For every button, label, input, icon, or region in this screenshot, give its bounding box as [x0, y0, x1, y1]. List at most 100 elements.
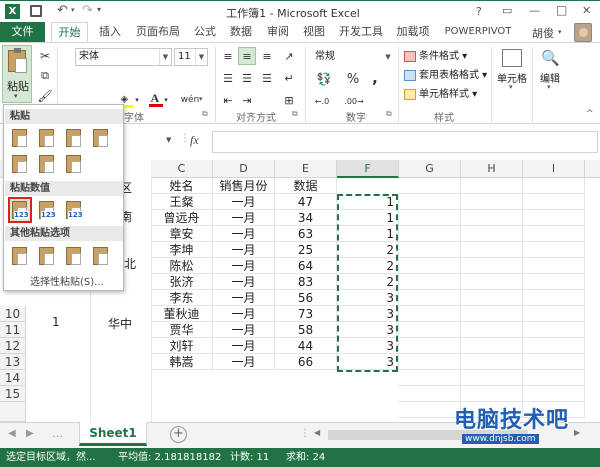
- save-icon[interactable]: [30, 5, 42, 17]
- column-header-g[interactable]: G: [399, 160, 461, 178]
- empty-cell[interactable]: [399, 370, 461, 386]
- undo-dropdown-icon[interactable]: ▾: [71, 6, 75, 14]
- cell[interactable]: 曾远舟: [151, 210, 213, 226]
- cell[interactable]: 66: [275, 354, 337, 370]
- paste-option-paste[interactable]: [10, 127, 30, 149]
- cell[interactable]: 陈松: [151, 258, 213, 274]
- column-header-d[interactable]: D: [213, 160, 275, 178]
- paste-option-picture[interactable]: [64, 245, 84, 267]
- orientation-icon[interactable]: ↗: [280, 47, 298, 65]
- percent-style-button[interactable]: %: [344, 70, 362, 88]
- empty-cell[interactable]: [399, 194, 461, 210]
- insert-function-button[interactable]: fx: [190, 133, 199, 148]
- increase-decimal-button[interactable]: ←.0: [309, 92, 335, 110]
- copy-icon[interactable]: ⧉: [36, 67, 54, 85]
- formula-input[interactable]: [212, 131, 598, 153]
- align-center-icon[interactable]: ☰: [238, 69, 256, 87]
- cell[interactable]: 73: [275, 306, 337, 322]
- empty-cell[interactable]: [523, 322, 585, 338]
- empty-cell[interactable]: [399, 354, 461, 370]
- accounting-format-icon[interactable]: 💱: [311, 70, 337, 88]
- tab-page-layout[interactable]: 页面布局: [131, 22, 185, 42]
- tab-formulas[interactable]: 公式: [189, 22, 221, 42]
- maximize-button[interactable]: □: [556, 3, 567, 17]
- empty-cell[interactable]: [523, 386, 585, 402]
- row-header[interactable]: [0, 402, 26, 422]
- cell[interactable]: 数据: [275, 178, 337, 194]
- paste-special-item[interactable]: 选择性粘贴(S)...: [30, 273, 104, 288]
- format-as-table-button[interactable]: 套用表格格式 ▾: [404, 68, 489, 84]
- cell[interactable]: 58: [275, 322, 337, 338]
- column-header-f[interactable]: F: [337, 160, 399, 178]
- column-header-i[interactable]: I: [523, 160, 585, 178]
- empty-cell[interactable]: [461, 322, 523, 338]
- cell-b-central[interactable]: 华中: [108, 315, 132, 332]
- redo-icon[interactable]: ↷: [82, 3, 93, 18]
- tab-addins[interactable]: 加载项: [393, 22, 433, 42]
- font-color-dropdown-icon[interactable]: ▾: [161, 91, 171, 109]
- empty-cell[interactable]: [523, 274, 585, 290]
- empty-cell[interactable]: [461, 242, 523, 258]
- align-middle-icon[interactable]: ≡: [238, 47, 256, 65]
- merge-center-icon[interactable]: ⊞: [280, 91, 298, 109]
- cell-a10[interactable]: 1: [52, 315, 60, 329]
- tab-data[interactable]: 数据: [225, 22, 257, 42]
- cell[interactable]: 63: [275, 226, 337, 242]
- wrap-text-icon[interactable]: ↵: [280, 69, 298, 87]
- paste-option-linked-picture[interactable]: [91, 245, 111, 267]
- paste-option-keep-source-format[interactable]: [91, 127, 111, 149]
- empty-cell[interactable]: [399, 242, 461, 258]
- scroll-left-icon[interactable]: ◀: [314, 428, 320, 437]
- tab-powerpivot[interactable]: POWERPIVOT: [439, 22, 517, 42]
- paste-option-link[interactable]: [37, 245, 57, 267]
- cell[interactable]: 44: [275, 338, 337, 354]
- empty-cell[interactable]: [523, 290, 585, 306]
- align-top-icon[interactable]: ≡: [219, 47, 237, 65]
- comma-style-button[interactable]: ,: [366, 69, 384, 87]
- align-left-icon[interactable]: ☰: [219, 69, 237, 87]
- empty-cell[interactable]: [523, 194, 585, 210]
- cell-b-north-fragment[interactable]: 北: [124, 255, 136, 272]
- font-name-select[interactable]: 宋体 ▼: [75, 48, 172, 66]
- empty-cell[interactable]: [399, 178, 461, 194]
- decrease-indent-icon[interactable]: ⇤: [219, 91, 237, 109]
- cell[interactable]: 销售月份: [213, 178, 275, 194]
- cell[interactable]: 一月: [213, 306, 275, 322]
- empty-cell[interactable]: [399, 290, 461, 306]
- cell[interactable]: 姓名: [151, 178, 213, 194]
- tab-home[interactable]: 开始: [51, 22, 88, 43]
- empty-cell[interactable]: [461, 386, 523, 402]
- cell[interactable]: 王粲: [151, 194, 213, 210]
- cell[interactable]: 李坤: [151, 242, 213, 258]
- align-right-icon[interactable]: ☰: [258, 69, 276, 87]
- empty-cell[interactable]: [399, 210, 461, 226]
- row-header[interactable]: 11: [0, 322, 26, 338]
- empty-cell[interactable]: [399, 322, 461, 338]
- cell[interactable]: 董秋迪: [151, 306, 213, 322]
- empty-cell[interactable]: [523, 306, 585, 322]
- empty-cell[interactable]: [399, 258, 461, 274]
- user-dropdown-icon[interactable]: ▾: [558, 28, 562, 36]
- empty-cell[interactable]: [523, 242, 585, 258]
- sheet-tab-sheet1[interactable]: Sheet1: [79, 422, 147, 446]
- cells-button[interactable]: 单元格 ▾: [494, 47, 530, 97]
- fill-color-dropdown-icon[interactable]: ▾: [132, 91, 142, 109]
- cell[interactable]: 李东: [151, 290, 213, 306]
- cell[interactable]: 贾华: [151, 322, 213, 338]
- horizontal-scrollbar[interactable]: ◀ ▶: [314, 428, 584, 441]
- empty-cell[interactable]: [523, 178, 585, 194]
- scroll-right-icon[interactable]: ▶: [574, 428, 580, 437]
- cell[interactable]: 56: [275, 290, 337, 306]
- tab-split-dots-icon[interactable]: ⋮: [300, 428, 310, 439]
- ribbon-display-options-button[interactable]: ▭: [502, 4, 512, 17]
- empty-cell[interactable]: [399, 402, 461, 418]
- row-header[interactable]: 12: [0, 338, 26, 354]
- row-header[interactable]: 14: [0, 370, 26, 386]
- empty-cell[interactable]: [399, 386, 461, 402]
- empty-cell[interactable]: [523, 338, 585, 354]
- column-header-j[interactable]: [585, 160, 600, 178]
- tab-review[interactable]: 审阅: [262, 22, 294, 42]
- cell[interactable]: 64: [275, 258, 337, 274]
- cell[interactable]: 一月: [213, 210, 275, 226]
- collapse-ribbon-icon[interactable]: ^: [586, 109, 594, 119]
